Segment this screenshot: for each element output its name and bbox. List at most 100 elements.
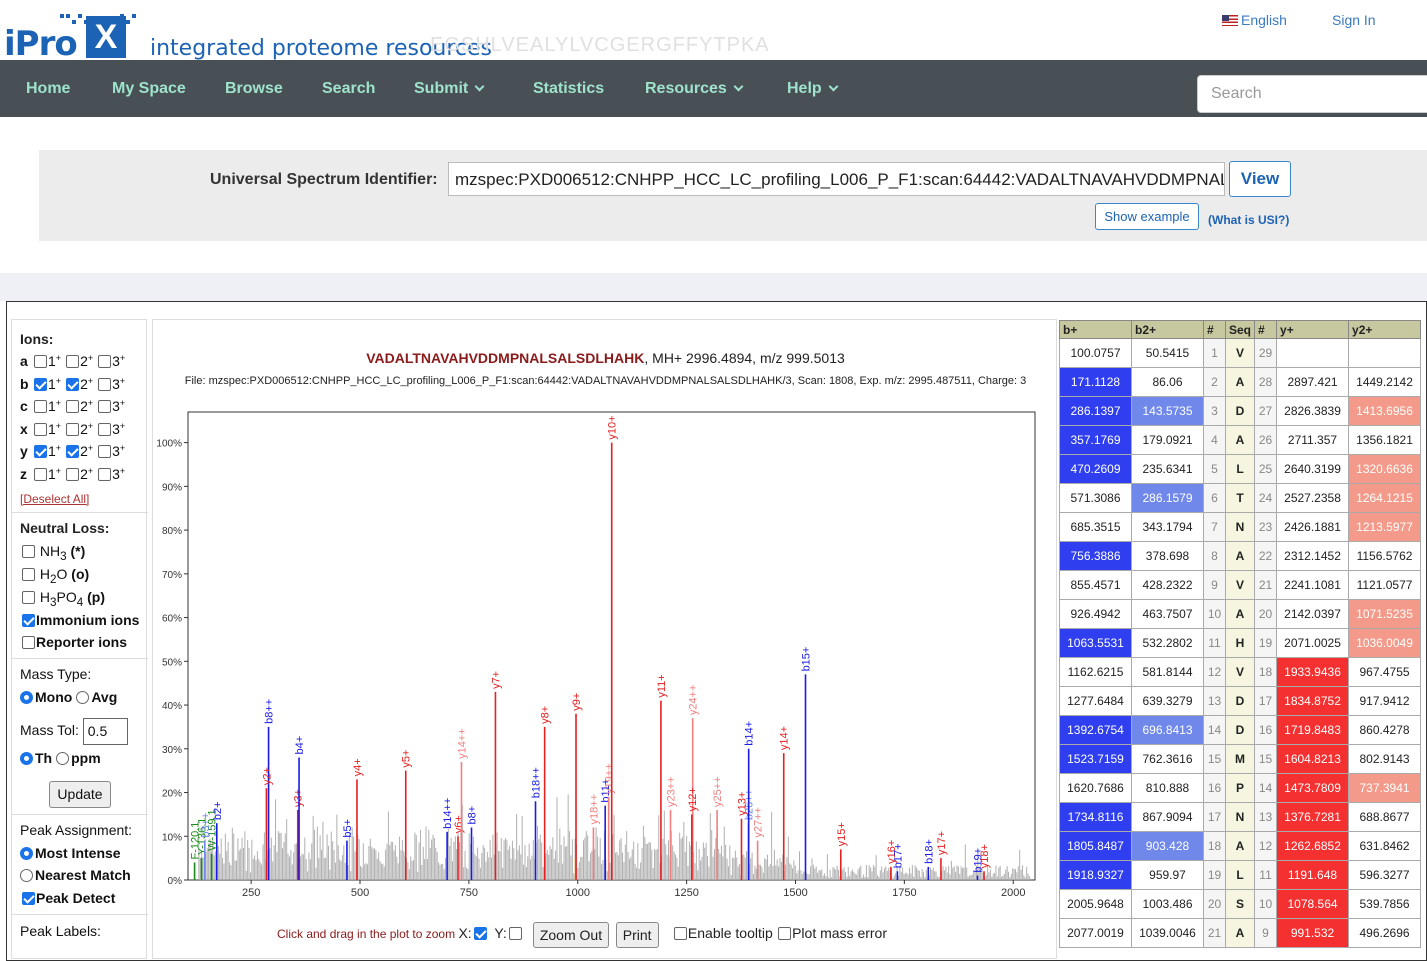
nav-help[interactable]: Help: [787, 80, 839, 98]
h2o-checkbox[interactable]: [22, 568, 35, 581]
peak-label: y27++: [753, 807, 765, 838]
y-tick-label: 90%: [162, 482, 182, 493]
spectrum-chart[interactable]: 0% 10% 20% 30% 40% 50% 60% 70% 80% 90% 100% 250 500 7…: [153, 400, 1058, 900]
plot-mass-error-label: Plot mass error: [792, 925, 888, 942]
charge-label: 1: [48, 353, 56, 369]
cell-y: 2826.3839: [1276, 396, 1350, 426]
zoom-y-checkbox[interactable]: [508, 927, 522, 941]
nav-home[interactable]: Home: [26, 80, 70, 98]
avg-radio[interactable]: [76, 691, 90, 704]
cell-m: 15: [1254, 744, 1278, 774]
charge-label: 2: [80, 465, 88, 482]
cell-y: 2897.421: [1276, 367, 1350, 397]
immonium-option[interactable]: Immonium ions: [20, 612, 139, 628]
ion-y-c1-checkbox[interactable]: [34, 445, 47, 458]
ion-x-c3-checkbox[interactable]: [98, 422, 112, 436]
language-switch[interactable]: English: [1222, 12, 1287, 28]
ion-a-c2-checkbox[interactable]: [66, 355, 80, 368]
mono-label: Mono: [35, 689, 73, 705]
col-b2: b2+: [1131, 320, 1204, 339]
peak-detect-checkbox[interactable]: [22, 892, 35, 905]
nav-my-space[interactable]: My Space: [112, 80, 186, 98]
th-radio[interactable]: [20, 752, 33, 765]
peak-label: b5+: [342, 819, 354, 838]
usi-input[interactable]: mzspec:PXD006512:CNHPP_HCC_LC_profiling_…: [448, 162, 1225, 196]
cell-y: 1473.7809: [1276, 773, 1350, 803]
cell-y2: 802.9143: [1348, 744, 1422, 774]
col-y2: y2+: [1348, 320, 1422, 339]
table-row: 1277.6484 639.3279 13 D 17 1834.8752 917.9412: [1059, 686, 1422, 716]
table-row: 926.4942 463.7507 10 A 20 2142.0397 1071.5235: [1059, 599, 1422, 629]
ion-z-c2-checkbox[interactable]: [66, 467, 80, 481]
mass-tol-input[interactable]: 0.5: [82, 718, 128, 745]
cell-n: 10: [1203, 599, 1226, 629]
cell-b2: 286.1579: [1131, 483, 1204, 513]
y-tick-label: 30%: [162, 745, 182, 756]
mass-tol-label: Mass Tol:: [20, 722, 79, 739]
zoom-out-button[interactable]: Zoom Out: [532, 922, 610, 948]
cell-y: 2312.1452: [1276, 541, 1350, 571]
nearest-match-radio[interactable]: [20, 869, 33, 882]
plot-mass-error-checkbox[interactable]: [778, 927, 792, 941]
ion-y-c3-checkbox[interactable]: [98, 445, 112, 458]
reporter-checkbox[interactable]: [22, 636, 35, 649]
ion-z-c1-checkbox[interactable]: [34, 467, 47, 481]
most-intense-radio[interactable]: [20, 847, 33, 860]
zoom-x-checkbox[interactable]: [473, 927, 487, 941]
table-header-row: b+ b2+ # Seq # y+ y2+: [1059, 320, 1422, 339]
cell-b: 1523.7159: [1059, 744, 1132, 774]
ion-b-c3-checkbox[interactable]: [98, 377, 112, 391]
sign-in-link[interactable]: Sign In: [1332, 12, 1376, 28]
enable-tooltip-checkbox[interactable]: [673, 927, 687, 941]
nav-resources[interactable]: Resources: [645, 80, 744, 98]
cell-b: 2005.9648: [1059, 889, 1132, 919]
cell-y2: 1036.0049: [1348, 628, 1422, 658]
view-button[interactable]: View: [1229, 161, 1291, 197]
nav-submit[interactable]: Submit: [414, 80, 485, 98]
table-row: 756.3886 378.698 8 A 22 2312.1452 1156.5762: [1059, 541, 1422, 571]
deselect-all-link[interactable]: [Deselect All]: [20, 492, 89, 506]
h3po4-checkbox[interactable]: [22, 591, 35, 604]
ion-x-c2-checkbox[interactable]: [66, 422, 80, 436]
most-intense-option[interactable]: Most Intense: [20, 845, 121, 861]
reporter-option[interactable]: Reporter ions: [20, 634, 127, 650]
mono-radio[interactable]: [20, 691, 33, 704]
neutral-loss-h3po4[interactable]: H3PO4 (p): [20, 589, 105, 609]
cell-aa: T: [1224, 483, 1256, 513]
cell-n: 18: [1203, 831, 1226, 861]
nav-statistics[interactable]: Statistics: [533, 80, 604, 98]
charge-label: 1: [48, 465, 56, 482]
nav-search[interactable]: Search: [322, 80, 375, 98]
immonium-checkbox[interactable]: [22, 614, 35, 627]
y-tick-label: 60%: [162, 614, 182, 625]
ion-c-c2-checkbox[interactable]: [66, 400, 80, 413]
cell-m: 17: [1254, 686, 1278, 716]
ion-a-c3-checkbox[interactable]: [98, 355, 112, 368]
ion-y-c2-checkbox[interactable]: [66, 445, 80, 458]
what-is-usi-link[interactable]: (What is USI?): [1208, 213, 1289, 227]
ppm-radio[interactable]: [56, 752, 70, 765]
neutral-loss-h2o[interactable]: H2O (o): [20, 566, 89, 586]
show-example-button[interactable]: Show example: [1095, 203, 1199, 230]
peak-detect-option[interactable]: Peak Detect: [20, 890, 115, 906]
cell-y2: 496.2696: [1348, 918, 1422, 948]
cell-aa: D: [1224, 396, 1256, 426]
ion-c-c3-checkbox[interactable]: [98, 400, 112, 413]
neutral-loss-nh3[interactable]: NH3 (*): [20, 543, 85, 563]
ion-x-c1-checkbox[interactable]: [34, 422, 47, 436]
global-search-input[interactable]: Search: [1197, 75, 1427, 113]
print-button[interactable]: Print: [615, 922, 659, 948]
update-button[interactable]: Update: [49, 781, 111, 808]
ion-z-c3-checkbox[interactable]: [98, 467, 112, 481]
ion-b-c1-checkbox[interactable]: [34, 377, 47, 391]
ion-c-c1-checkbox[interactable]: [34, 400, 47, 413]
nav-browse[interactable]: Browse: [225, 80, 283, 98]
ion-b-c2-checkbox[interactable]: [66, 377, 80, 391]
cell-b: 1392.6754: [1059, 715, 1132, 745]
peak-label: y24++: [688, 685, 700, 716]
nh3-checkbox[interactable]: [22, 545, 35, 558]
ion-a-c1-checkbox[interactable]: [34, 355, 47, 368]
nearest-match-option[interactable]: Nearest Match: [20, 867, 131, 883]
zoom-x-label: X:: [458, 925, 472, 942]
precursor-info: , MH+ 2996.4894, m/z 999.5013: [644, 350, 845, 366]
